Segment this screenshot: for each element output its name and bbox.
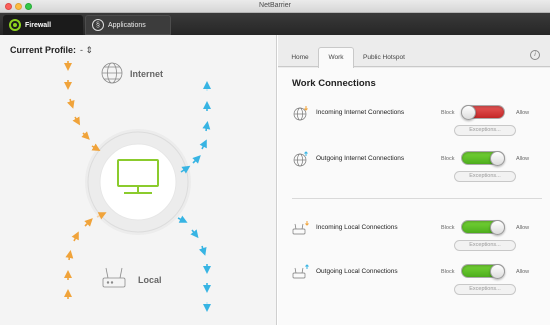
firewall-icon	[9, 19, 21, 31]
outgoing-local-arrows	[177, 215, 211, 312]
row-label: Incoming Internet Connections	[316, 109, 405, 116]
window-title: NetBarrier	[259, 2, 291, 9]
router-outgoing-icon	[292, 264, 309, 279]
globe-outgoing-icon	[293, 151, 308, 167]
toggle-knob	[461, 105, 476, 120]
incoming-local-toggle[interactable]	[461, 220, 505, 235]
outgoing-local-row: Outgoing Local Connections Block Allow E…	[278, 260, 550, 300]
allow-label: Allow	[516, 225, 530, 231]
block-label: Block	[441, 110, 455, 116]
outgoing-local-toggle[interactable]	[461, 264, 505, 279]
toggle-knob	[490, 264, 505, 279]
tab-home[interactable]: Home	[288, 48, 312, 67]
title-bar: NetBarrier	[0, 0, 550, 13]
incoming-internet-toggle[interactable]	[461, 105, 505, 120]
applications-icon: §	[92, 19, 104, 31]
outgoing-internet-row: Outgoing Internet Connections Block Allo…	[278, 147, 550, 187]
monitor-disc	[99, 143, 177, 221]
local-label: Local	[138, 275, 162, 285]
tab-firewall[interactable]: Firewall	[3, 15, 83, 35]
row-label: Incoming Local Connections	[316, 224, 398, 231]
block-label: Block	[441, 225, 455, 231]
internet-globe-icon	[101, 62, 123, 84]
toggle-knob	[490, 151, 505, 166]
exceptions-button[interactable]: Exceptions...	[454, 171, 516, 182]
allow-label: Allow	[516, 269, 530, 275]
work-connections: Work Connections Incoming Internet Conne…	[278, 68, 550, 325]
allow-label: Allow	[516, 156, 530, 162]
row-label: Outgoing Internet Connections	[316, 155, 405, 162]
internet-label: Internet	[130, 69, 164, 79]
local-router-icon	[102, 267, 126, 288]
section-title: Work Connections	[292, 78, 376, 89]
exceptions-button[interactable]: Exceptions...	[454, 125, 516, 136]
tab-applications[interactable]: § Applications	[85, 15, 171, 35]
tab-firewall-label: Firewall	[25, 21, 52, 29]
outgoing-internet-toggle[interactable]	[461, 151, 505, 166]
profile-tabs: Home Work Public Hotspot i	[278, 35, 550, 68]
globe-incoming-icon	[293, 106, 308, 121]
block-label: Block	[441, 156, 455, 162]
tab-work[interactable]: Work	[318, 47, 354, 68]
row-label: Outgoing Local Connections	[316, 268, 398, 275]
traffic-visualization-panel: Current Profile: - ⇕ Internet Local	[0, 35, 277, 325]
info-icon[interactable]: i	[530, 50, 540, 60]
incoming-internet-arrows	[64, 61, 101, 152]
toolbar: Firewall § Applications	[0, 13, 550, 35]
block-label: Block	[441, 269, 455, 275]
router-incoming-icon	[292, 221, 309, 235]
incoming-local-arrows	[64, 212, 107, 299]
tab-applications-label: Applications	[108, 21, 146, 29]
section-divider	[292, 198, 542, 199]
exceptions-button[interactable]: Exceptions...	[454, 284, 516, 295]
toggle-knob	[490, 220, 505, 235]
exceptions-button[interactable]: Exceptions...	[454, 240, 516, 251]
settings-panel: Home Work Public Hotspot i Work Connecti…	[278, 35, 550, 325]
allow-label: Allow	[516, 110, 530, 116]
tab-public-hotspot[interactable]: Public Hotspot	[358, 48, 410, 67]
incoming-internet-row: Incoming Internet Connections Block Allo…	[278, 101, 550, 141]
incoming-local-row: Incoming Local Connections Block Allow E…	[278, 216, 550, 256]
